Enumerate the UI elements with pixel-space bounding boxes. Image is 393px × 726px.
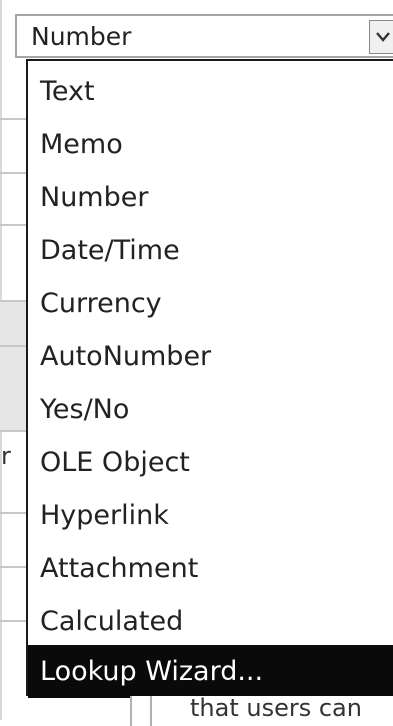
- combo-dropdown-button[interactable]: [369, 20, 393, 54]
- option-text[interactable]: Text: [28, 65, 393, 118]
- grid-line: [0, 172, 26, 174]
- description-text-fragment: that users can: [190, 694, 362, 722]
- grid-line: [0, 224, 26, 226]
- grid-line: [0, 512, 26, 514]
- option-ole-object[interactable]: OLE Object: [28, 436, 393, 489]
- grid-row-shade: [0, 300, 26, 430]
- data-type-combo[interactable]: Number: [15, 14, 393, 58]
- option-hyperlink[interactable]: Hyperlink: [28, 489, 393, 542]
- grid-line: [0, 620, 26, 622]
- grid-line: [0, 430, 26, 432]
- grid-line: [0, 300, 26, 302]
- option-currency[interactable]: Currency: [28, 277, 393, 330]
- option-memo[interactable]: Memo: [28, 118, 393, 171]
- grid-row-text-fragment: r: [1, 442, 11, 470]
- option-number[interactable]: Number: [28, 171, 393, 224]
- data-type-combo-value: Number: [31, 22, 132, 51]
- option-lookup-wizard[interactable]: Lookup Wizard...: [28, 645, 393, 698]
- grid-line: [0, 566, 26, 568]
- option-calculated[interactable]: Calculated: [28, 595, 393, 648]
- grid-line: [0, 345, 26, 347]
- grid-line: [0, 118, 26, 120]
- option-attachment[interactable]: Attachment: [28, 542, 393, 595]
- option-yes-no[interactable]: Yes/No: [28, 383, 393, 436]
- data-type-dropdown-list[interactable]: Text Memo Number Date/Time Currency Auto…: [26, 59, 393, 698]
- option-autonumber[interactable]: AutoNumber: [28, 330, 393, 383]
- option-date-time[interactable]: Date/Time: [28, 224, 393, 277]
